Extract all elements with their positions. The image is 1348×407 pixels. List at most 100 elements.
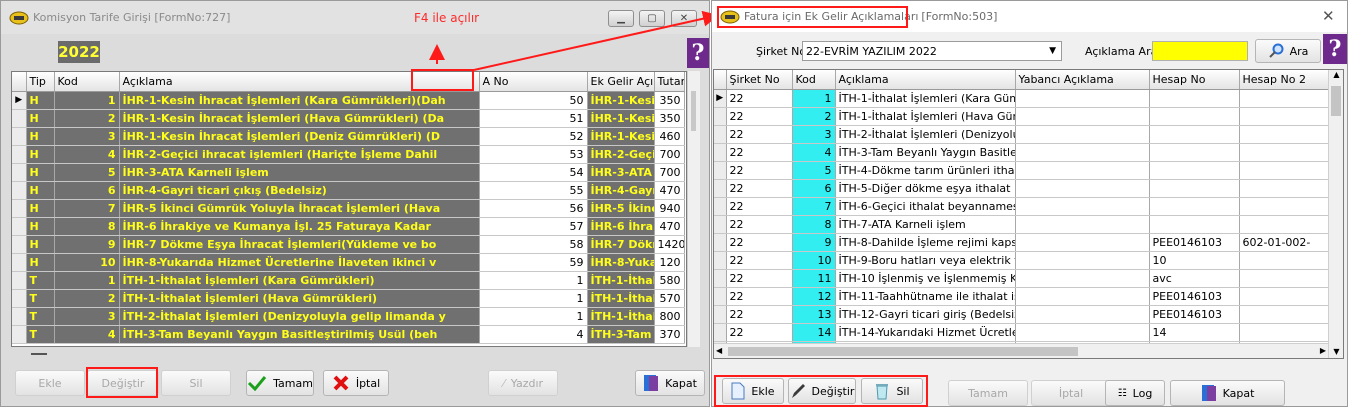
cell-aciklama[interactable]: İHR-5 İkinci Gümrük Yoluyla İhracat İşle… [119, 199, 480, 218]
cell-aciklama[interactable]: İHR-8-Yukarıda Hizmet Ücretlerine İlavet… [119, 253, 480, 272]
table-row[interactable]: 227İTH-6-Geçici ithalat beyannamesi(Geç [714, 197, 1329, 216]
cell-aciklama[interactable]: İTH-8-Dahilde İşleme rejimi kapsamınc [835, 233, 1016, 252]
table-row[interactable]: 2211İTH-10 İşlenmiş ve İşlenmemiş Kıymet… [714, 269, 1329, 288]
cell-sirket[interactable]: 22 [726, 89, 793, 108]
cell-hesap2[interactable] [1239, 179, 1329, 198]
scroll-up-icon[interactable]: ▲ [1329, 70, 1343, 79]
scroll-down-icon[interactable]: ▼ [1329, 347, 1343, 356]
cell-kod[interactable]: 14 [792, 323, 836, 342]
cell-ek[interactable]: İHR-8-Yukarıda Hiz [587, 253, 655, 272]
cell-hesap2[interactable] [1239, 143, 1329, 162]
sirket-select[interactable]: 22-EVRİM YAZILIM 2022 ▼ [802, 41, 1062, 61]
cell-sirket[interactable]: 22 [726, 215, 793, 234]
cell-kod[interactable]: 4 [54, 145, 120, 164]
cell-aciklama[interactable]: İTH-1-İthalat İşlemleri (Hava Gümrükleri… [119, 289, 480, 308]
cell-hesap[interactable]: PEE0146103 [1149, 287, 1240, 306]
cell-tutar[interactable]: 570 [654, 289, 685, 308]
row-indicator[interactable] [12, 325, 27, 344]
cell-yabanci[interactable] [1015, 125, 1150, 144]
column-header[interactable]: Tip [26, 72, 55, 92]
row-indicator[interactable] [714, 251, 727, 270]
cell-ek[interactable]: İTH-3-Tam Beyanlı [587, 325, 655, 344]
cell-ano[interactable]: 58 [479, 235, 588, 254]
row-indicator[interactable] [714, 179, 727, 198]
column-header[interactable]: Kod [792, 70, 836, 90]
cell-sirket[interactable]: 22 [726, 143, 793, 162]
cell-tip[interactable]: H [26, 109, 55, 128]
cell-yabanci[interactable] [1015, 269, 1150, 288]
kapat-button[interactable]: Kapat [1170, 380, 1285, 406]
cell-tip[interactable]: H [26, 91, 55, 110]
sil-button[interactable]: Sil [161, 370, 231, 396]
cell-sirket[interactable]: 22 [726, 269, 793, 288]
row-indicator[interactable] [714, 161, 727, 180]
cell-sirket[interactable]: 22 [726, 125, 793, 144]
table-row[interactable]: T 1 İTH-1-İthalat İşlemleri (Kara Gümrükle… [12, 271, 685, 290]
cell-tip[interactable]: H [26, 181, 55, 200]
cell-yabanci[interactable] [1015, 251, 1150, 270]
cell-tutar[interactable]: 470 [654, 217, 685, 236]
cell-tip[interactable]: H [26, 217, 55, 236]
cell-tutar[interactable]: 700 [654, 145, 685, 164]
table-row[interactable]: H5İHR-3-ATA Karneli işlem54İHR-3-ATA Kar… [12, 163, 685, 182]
cell-sirket[interactable]: 22 [726, 179, 793, 198]
close-button[interactable]: ✕ [671, 10, 697, 27]
cell-tutar[interactable]: 120 [654, 253, 685, 272]
table-row[interactable]: H 4 İHR-2-Geçici ihracat işlemleri (Hariçt… [12, 145, 685, 164]
row-indicator[interactable] [12, 235, 27, 254]
kapat-button[interactable]: Kapat [635, 370, 705, 396]
help-button[interactable]: ? [687, 38, 709, 68]
cell-hesap[interactable] [1149, 107, 1240, 126]
column-header[interactable]: Yabancı Açıklama [1015, 70, 1150, 90]
cell-ek[interactable]: İHR-4-Gayri ticari [587, 181, 655, 200]
cell-hesap[interactable] [1149, 179, 1240, 198]
cell-yabanci[interactable] [1015, 89, 1150, 108]
cell-tip[interactable]: H [26, 163, 55, 182]
row-indicator[interactable]: ▶ [12, 91, 27, 110]
cell-kod[interactable]: 2 [792, 107, 836, 126]
cell-tutar[interactable]: 370 [654, 325, 685, 344]
grid2-scroll-thumb[interactable] [1331, 86, 1341, 116]
grid2-vscrollbar[interactable]: ▲ ▼ [1328, 70, 1343, 358]
cell-ano[interactable]: 59 [479, 253, 588, 272]
cell-yabanci[interactable] [1015, 287, 1150, 306]
grid1-scrollbar[interactable] [687, 71, 700, 347]
column-header[interactable]: Şirket No [726, 70, 793, 90]
cell-sirket[interactable]: 22 [726, 287, 793, 306]
table-row[interactable]: ▶221İTH-1-İthalat İşlemleri (Kara Gümrük… [714, 89, 1329, 108]
cell-sirket[interactable]: 22 [726, 323, 793, 342]
grid1-scroll-thumb[interactable] [691, 91, 696, 131]
cell-hesap[interactable] [1149, 161, 1240, 180]
table-row[interactable]: T 3 İTH-2-İthalat İşlemleri (Denizyoluyla … [12, 307, 685, 326]
cell-hesap[interactable] [1149, 125, 1240, 144]
cell-tip[interactable]: T [26, 325, 55, 344]
grid1-resize-grip[interactable] [31, 353, 47, 355]
cell-yabanci[interactable] [1015, 161, 1150, 180]
cell-aciklama[interactable]: İTH-12-Gayri ticari giriş (Bedelsiz) [835, 305, 1016, 324]
cell-aciklama[interactable]: İTH-2-İthalat İşlemleri (Denizyoluyla ge [835, 125, 1016, 144]
cell-tip[interactable]: H [26, 127, 55, 146]
cell-aciklama[interactable]: İTH-4-Dökme tarım ürünleri ithalat İşle [835, 161, 1016, 180]
minimize-button[interactable]: ▁ [608, 10, 634, 27]
row-indicator[interactable] [12, 307, 27, 326]
column-header[interactable]: Kod [54, 72, 120, 92]
komisyon-grid[interactable]: TipKodAçıklamaA NoEk Gelir AçıklamaTutar… [11, 71, 687, 347]
cell-hesap2[interactable] [1239, 251, 1329, 270]
cell-ek[interactable]: İHR-1-Kesin İhraca [587, 109, 655, 128]
cell-ek[interactable]: İHR-5 İkinci Gümrü [587, 199, 655, 218]
cell-kod[interactable]: 2 [54, 109, 120, 128]
table-row[interactable]: 224İTH-3-Tam Beyanlı Yaygın Basitleştiri… [714, 143, 1329, 162]
cell-ek[interactable]: İTH-1-İthalat İşlem [587, 271, 655, 290]
cell-aciklama[interactable]: İHR-1-Kesin İhracat İşlemleri (Hava Gümr… [119, 109, 480, 128]
cell-hesap[interactable] [1149, 89, 1240, 108]
iptal-button[interactable]: İptal [323, 370, 389, 396]
cell-hesap2[interactable] [1239, 269, 1329, 288]
table-row[interactable]: T 2 İTH-1-İthalat İşlemleri (Hava Gümrükle… [12, 289, 685, 308]
cell-hesap[interactable] [1149, 143, 1240, 162]
cell-ano[interactable]: 51 [479, 109, 588, 128]
cell-aciklama[interactable]: İHR-7 Dökme Eşya İhracat İşlemleri(Yükle… [119, 235, 480, 254]
cell-tip[interactable]: H [26, 199, 55, 218]
cell-hesap[interactable]: 14 [1149, 323, 1240, 342]
row-indicator[interactable] [12, 289, 27, 308]
row-indicator[interactable] [714, 125, 727, 144]
